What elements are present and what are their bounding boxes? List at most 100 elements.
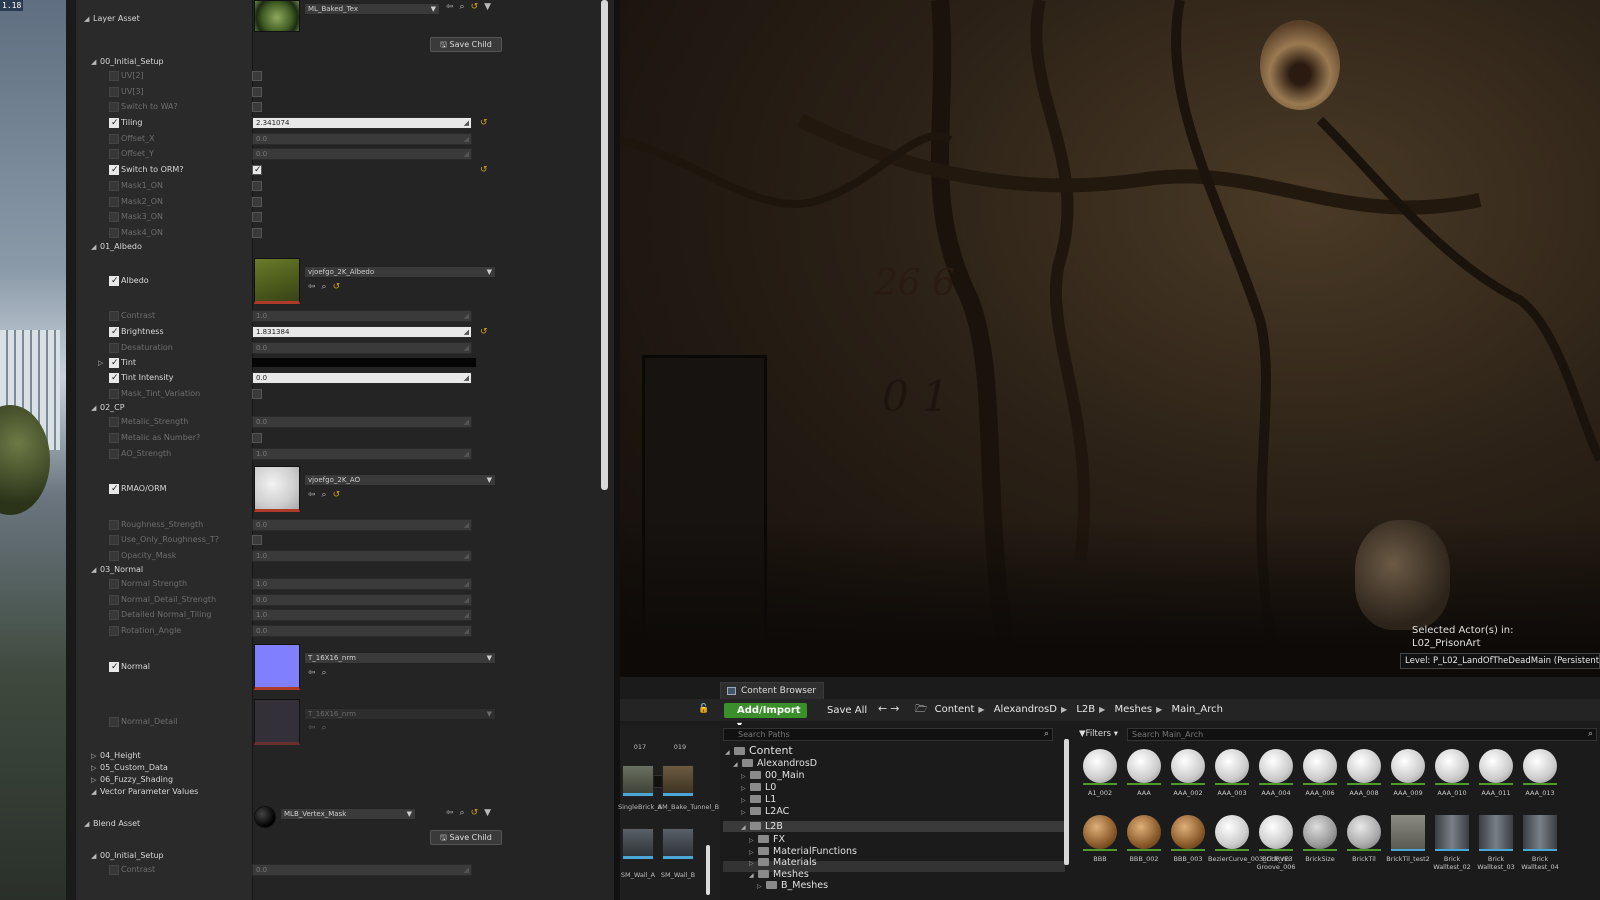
collapse-arrow-icon[interactable]: ◢ bbox=[91, 784, 96, 800]
rotation-angle-input[interactable]: 0.0 ◢ bbox=[252, 625, 472, 637]
asset-thumbnail[interactable] bbox=[622, 765, 654, 797]
albedo-texture-thumbnail[interactable] bbox=[254, 258, 300, 304]
save-all-button[interactable]: Save All bbox=[815, 703, 867, 718]
breadcrumb-item[interactable]: Content bbox=[935, 702, 975, 717]
override-checkbox[interactable] bbox=[109, 324, 119, 340]
value-checkbox[interactable] bbox=[252, 102, 262, 112]
override-checkbox[interactable] bbox=[109, 115, 119, 131]
tree-item[interactable]: ◢ AlexandrosD bbox=[733, 758, 817, 770]
override-checkbox[interactable] bbox=[109, 433, 119, 443]
asset-tile[interactable]: AAA_002 bbox=[1166, 749, 1210, 819]
drag-handle-icon[interactable]: ◢ bbox=[464, 449, 469, 459]
drag-handle-icon[interactable]: ◢ bbox=[464, 134, 469, 144]
drag-handle-icon[interactable]: ◢ bbox=[464, 149, 469, 159]
asset-tile[interactable]: AAA_006 bbox=[1298, 749, 1342, 819]
drag-handle-icon[interactable]: ◢ bbox=[464, 626, 469, 636]
normal-detail-strength-input[interactable]: 0.0 ◢ bbox=[252, 594, 472, 606]
override-checkbox[interactable] bbox=[109, 417, 119, 427]
normal-texture-thumbnail[interactable] bbox=[254, 644, 300, 690]
override-checkbox[interactable] bbox=[109, 717, 119, 727]
use-selected-icon[interactable]: ⇦ bbox=[308, 282, 322, 292]
back-arrow-icon[interactable]: ← bbox=[878, 702, 890, 715]
asset-tile[interactable]: AAA_004 bbox=[1254, 749, 1298, 819]
use-selected-icon[interactable]: ⇦ bbox=[446, 2, 460, 12]
asset-tile[interactable]: BBB_002 bbox=[1122, 815, 1166, 885]
browse-icon[interactable]: ⌕ bbox=[460, 2, 471, 12]
expand-arrow-icon[interactable]: ▷ bbox=[98, 355, 103, 371]
metalic-strength-input[interactable]: 0.0 ◢ bbox=[252, 416, 472, 428]
panel-splitter[interactable] bbox=[66, 0, 76, 900]
rmao-texture-combo[interactable]: vjoefgo_2K_AO ▼ bbox=[304, 474, 496, 486]
expand-arrow-icon[interactable]: ▷ bbox=[741, 783, 750, 794]
level-viewport[interactable]: 26 6 0 1 Selected Actor(s) in: L02_Priso… bbox=[620, 0, 1600, 677]
collapse-arrow-icon[interactable]: ◢ bbox=[733, 759, 742, 770]
horn-prop[interactable] bbox=[1260, 20, 1340, 110]
asset-thumbnail[interactable] bbox=[662, 828, 694, 860]
search-paths-input[interactable]: Search Paths ⌕ bbox=[723, 728, 1053, 741]
group-vector-params[interactable]: ◢ Vector Parameter Values bbox=[76, 784, 596, 800]
drag-handle-icon[interactable]: ◢ bbox=[464, 865, 469, 875]
drag-handle-icon[interactable]: ◢ bbox=[464, 343, 469, 353]
override-checkbox[interactable] bbox=[109, 370, 119, 386]
value-checkbox[interactable] bbox=[252, 228, 262, 238]
reset-icon[interactable]: ↺ bbox=[480, 162, 488, 178]
asset-tile[interactable]: AAA_011 bbox=[1474, 749, 1518, 819]
override-checkbox[interactable] bbox=[109, 134, 119, 144]
reset-icon[interactable]: ↺ bbox=[333, 282, 347, 292]
save-child-button[interactable]: 🖫 Save Child bbox=[430, 37, 502, 52]
drag-handle-icon[interactable]: ◢ bbox=[464, 551, 469, 561]
breadcrumb-separator-icon[interactable]: ▶ bbox=[1099, 702, 1105, 717]
use-selected-icon[interactable]: ⇦ bbox=[308, 668, 322, 678]
override-checkbox[interactable] bbox=[109, 535, 119, 545]
expand-arrow-icon[interactable]: ▷ bbox=[749, 835, 758, 846]
override-checkbox[interactable] bbox=[109, 102, 119, 112]
add-import-button[interactable]: Add/Import ▾ bbox=[724, 703, 807, 731]
tree-item[interactable]: ▷ 00_Main bbox=[741, 770, 805, 782]
asset-tile[interactable]: BrickTil bbox=[1342, 815, 1386, 885]
breadcrumb-item[interactable]: L2B bbox=[1076, 702, 1095, 717]
expand-arrow-icon[interactable]: ▷ bbox=[741, 807, 750, 818]
use-selected-icon[interactable]: ⇦ bbox=[308, 723, 322, 733]
drag-handle-icon[interactable]: ◢ bbox=[464, 311, 469, 321]
tree-item[interactable]: ▷ L2AC bbox=[741, 806, 789, 818]
asset-tile[interactable]: AAA_009 bbox=[1386, 749, 1430, 819]
override-checkbox[interactable] bbox=[109, 595, 119, 605]
tree-scrollbar[interactable] bbox=[1064, 739, 1069, 865]
drag-handle-icon[interactable]: ◢ bbox=[464, 579, 469, 589]
browse-icon[interactable]: ⌕ bbox=[322, 668, 333, 678]
skull-prop[interactable] bbox=[1355, 520, 1450, 630]
offset-x-input[interactable]: 0.0 ◢ bbox=[252, 133, 472, 145]
override-checkbox[interactable] bbox=[109, 343, 119, 353]
value-checkbox[interactable] bbox=[252, 162, 262, 178]
drag-handle-icon[interactable]: ◢ bbox=[464, 595, 469, 605]
expand-arrow-icon[interactable]: ▷ bbox=[749, 858, 758, 869]
filters-button[interactable]: ▼Filters ▾ bbox=[1079, 728, 1118, 741]
override-checkbox[interactable] bbox=[109, 87, 119, 97]
override-checkbox[interactable] bbox=[109, 481, 119, 497]
override-checkbox[interactable] bbox=[109, 181, 119, 191]
value-checkbox[interactable] bbox=[252, 433, 262, 443]
roughness-strength-input[interactable]: 0.0 ◢ bbox=[252, 519, 472, 531]
reset-icon[interactable]: ↺ bbox=[480, 324, 488, 340]
drag-handle-icon[interactable]: ◢ bbox=[464, 327, 469, 337]
override-checkbox[interactable] bbox=[109, 610, 119, 620]
value-checkbox[interactable] bbox=[252, 71, 262, 81]
tree-item[interactable]: ▷ L0 bbox=[741, 782, 776, 794]
override-checkbox[interactable] bbox=[109, 212, 119, 222]
breadcrumb-separator-icon[interactable]: ▶ bbox=[1061, 702, 1067, 717]
collapse-arrow-icon[interactable]: ◢ bbox=[84, 11, 89, 27]
asset-name[interactable]: SM_Wall_A bbox=[618, 871, 658, 879]
rmao-texture-thumbnail[interactable] bbox=[254, 466, 300, 512]
asset-tile[interactable]: BezierCurve_003_CURVE3 bbox=[1208, 815, 1293, 885]
override-checkbox[interactable] bbox=[109, 228, 119, 238]
drag-handle-icon[interactable]: ◢ bbox=[464, 118, 469, 128]
override-checkbox[interactable] bbox=[109, 520, 119, 530]
reset-icon[interactable]: ↺ bbox=[333, 490, 347, 500]
tiling-input[interactable]: 2.341074 ◢ bbox=[252, 117, 472, 129]
opacity-mask-input[interactable]: 1.0 ◢ bbox=[252, 550, 472, 562]
normal-texture-combo[interactable]: T_16X16_nrm ▼ bbox=[304, 652, 496, 664]
override-checkbox[interactable] bbox=[109, 579, 119, 589]
blend-save-child-button[interactable]: 🖫 Save Child bbox=[430, 830, 502, 845]
drag-handle-icon[interactable]: ◢ bbox=[464, 610, 469, 620]
collapse-arrow-icon[interactable]: ◢ bbox=[725, 747, 734, 758]
